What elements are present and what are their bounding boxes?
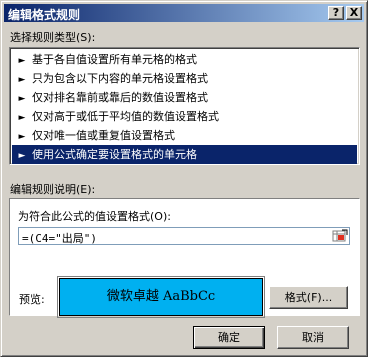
rule-item-label: 只为包含以下内容的单元格设置格式 <box>32 72 208 85</box>
rule-item-each-value[interactable]: ► 基于各自值设置所有单元格的格式 <box>12 50 357 69</box>
range-select-icon[interactable] <box>332 229 348 243</box>
edit-format-rule-dialog: 编辑格式规则 ? X 选择规则类型(S): ► 基于各自值设置所有单元格的格式 ►… <box>0 0 368 357</box>
format-preview: 微软卓越 AaBbCc <box>57 276 265 318</box>
rule-item-contains[interactable]: ► 只为包含以下内容的单元格设置格式 <box>12 69 357 88</box>
formula-value: =(C4="出局") <box>22 232 97 245</box>
rule-item-label: 仅对唯一值或重复值设置格式 <box>32 129 175 142</box>
rule-item-label: 使用公式确定要设置格式的单元格 <box>32 148 197 161</box>
rule-item-top-bottom[interactable]: ► 仅对排名靠前或靠后的数值设置格式 <box>12 88 357 107</box>
rule-description-label: 编辑规则说明(E): <box>10 183 96 196</box>
rule-item-label: 仅对排名靠前或靠后的数值设置格式 <box>32 91 208 104</box>
ok-button[interactable]: 确定 <box>193 326 265 349</box>
rule-item-use-formula[interactable]: ► 使用公式确定要设置格式的单元格 <box>12 145 357 164</box>
rule-item-unique-duplicate[interactable]: ► 仅对唯一值或重复值设置格式 <box>12 126 357 145</box>
preview-text: 微软卓越 AaBbCc <box>106 289 216 304</box>
formula-label: 为符合此公式的值设置格式(O): <box>18 210 171 223</box>
rule-type-label: 选择规则类型(S): <box>10 31 96 44</box>
format-button[interactable]: 格式(F)... <box>269 286 348 309</box>
formula-input[interactable]: =(C4="出局") <box>18 227 350 245</box>
rule-item-label: 基于各自值设置所有单元格的格式 <box>32 53 197 66</box>
triangle-right-icon: ► <box>18 151 26 161</box>
dialog-title: 编辑格式规则 <box>8 8 81 22</box>
rule-item-label: 仅对高于或低于平均值的数值设置格式 <box>32 110 219 123</box>
close-button[interactable]: X <box>346 6 362 20</box>
preview-label: 预览: <box>19 293 45 306</box>
rule-item-above-below-average[interactable]: ► 仅对高于或低于平均值的数值设置格式 <box>12 107 357 126</box>
cancel-button[interactable]: 取消 <box>277 326 349 349</box>
help-button[interactable]: ? <box>328 6 344 20</box>
rule-type-list[interactable]: ► 基于各自值设置所有单元格的格式 ► 只为包含以下内容的单元格设置格式 ► 仅对排名… <box>9 47 360 165</box>
title-bar[interactable]: 编辑格式规则 ? X <box>4 4 364 22</box>
